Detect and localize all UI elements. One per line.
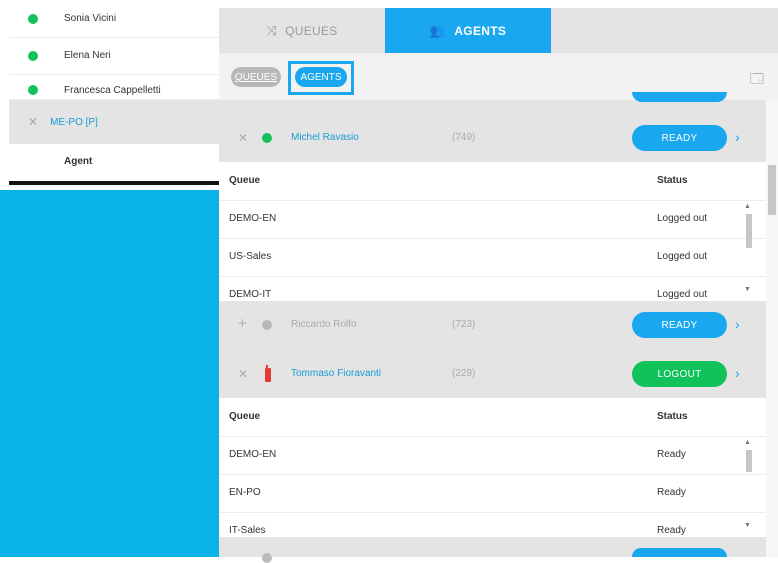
queue-cell: DEMO-IT <box>229 289 272 300</box>
status-cell: Ready <box>657 487 686 498</box>
table-header-row: Queue Status <box>219 162 766 201</box>
chevron-right-icon[interactable]: › <box>735 316 740 332</box>
queue-cell: US-Sales <box>229 251 272 262</box>
ready-button-partial[interactable] <box>632 92 727 102</box>
queue-cell: IT-Sales <box>229 525 266 536</box>
table-scrollbar[interactable] <box>746 214 752 248</box>
ready-button[interactable]: READY <box>632 312 727 338</box>
agent-column-header: Agent <box>9 144 219 178</box>
status-dot-icon <box>28 13 38 24</box>
status-dot-icon <box>28 50 38 61</box>
list-item[interactable]: Elena Neri <box>9 37 219 75</box>
top-strip <box>219 0 778 8</box>
agent-extension: (723) <box>452 319 476 330</box>
agent-name[interactable]: Michel Ravasio <box>291 132 359 143</box>
close-icon[interactable]: ✕ <box>28 115 38 129</box>
chevron-right-icon[interactable]: › <box>735 365 740 381</box>
agent-name[interactable]: Tommaso Fioravanti <box>291 368 381 379</box>
window-icon[interactable]: 🗔 <box>750 70 764 92</box>
ready-button[interactable]: READY <box>632 125 727 151</box>
scroll-up-icon[interactable]: ▲ <box>744 203 751 210</box>
table-header-row: Queue Status <box>219 398 766 437</box>
table-row: IT-Sales Ready <box>219 512 766 537</box>
main-scrollbar-thumb[interactable] <box>768 165 776 215</box>
collapse-icon[interactable]: ✕ <box>238 367 248 381</box>
tab-agents[interactable]: 👥 AGENTS <box>385 8 551 53</box>
logout-button[interactable]: LOGOUT <box>632 361 727 387</box>
table-row: DEMO-EN Ready <box>219 436 766 475</box>
collapse-icon[interactable]: ✕ <box>238 131 248 145</box>
list-item[interactable]: Francesca Cappelletti <box>9 74 219 100</box>
scroll-up-icon[interactable]: ▲ <box>744 439 751 446</box>
table-row: US-Sales Logged out <box>219 238 766 277</box>
status-dot-icon <box>28 85 38 95</box>
queue-cell: DEMO-EN <box>229 449 277 460</box>
agent-extension: (749) <box>452 132 476 143</box>
main-panel: ⤨ QUEUES 👥 AGENTS QUEUES AGENTS 🗔 ✕ Mich… <box>219 0 778 563</box>
expand-icon[interactable]: + <box>238 315 247 332</box>
tab-queues-label: QUEUES <box>285 23 338 38</box>
status-column-header: Status <box>657 411 688 422</box>
shuffle-icon: ⤨ <box>266 22 278 38</box>
left-blue-background <box>0 190 219 557</box>
status-cell: Ready <box>657 525 686 536</box>
queue-column-header: Queue <box>229 411 261 422</box>
tab-agents-label: AGENTS <box>454 23 507 38</box>
table-row: EN-PO Ready <box>219 474 766 513</box>
agent-name: Sonia Vicini <box>64 13 117 24</box>
agent-name: Francesca Cappelletti <box>64 85 161 96</box>
list-item[interactable]: Sonia Vicini <box>9 0 219 38</box>
divider <box>9 181 219 185</box>
status-cell: Ready <box>657 449 686 460</box>
status-dot-icon <box>262 133 272 143</box>
agent-list-popup: Sonia Vicini Elena Neri Francesca Cappel… <box>9 0 220 185</box>
selection-highlight <box>288 61 354 95</box>
ready-button-partial[interactable] <box>632 548 727 557</box>
tab-queues[interactable]: ⤨ QUEUES <box>219 8 385 53</box>
agent-name: Elena Neri <box>64 50 111 61</box>
status-dot-icon <box>262 553 272 563</box>
status-cell: Logged out <box>657 251 708 262</box>
scroll-down-icon[interactable]: ▼ <box>744 522 751 529</box>
tab-bar-fill <box>551 8 778 53</box>
filter-queues-button[interactable]: QUEUES <box>231 67 281 87</box>
agent-extension: (229) <box>452 368 476 379</box>
queue-column-header: Queue <box>229 175 261 186</box>
chevron-right-icon[interactable]: › <box>735 129 740 145</box>
status-dot-icon <box>262 320 272 330</box>
table-row: DEMO-IT Logged out <box>219 276 766 301</box>
group-row[interactable]: ✕ ME-PO [P] <box>9 100 219 144</box>
agent-name[interactable]: Riccardo Rolfo <box>291 319 357 330</box>
queue-cell: EN-PO <box>229 487 261 498</box>
agent-row[interactable]: ✕ Tommaso Fioravanti (229) LOGOUT › <box>219 350 766 398</box>
queue-table: Queue Status DEMO-EN Logged out US-Sales… <box>219 162 766 301</box>
table-row: DEMO-EN Logged out <box>219 200 766 239</box>
status-cell: Logged out <box>657 213 708 224</box>
users-icon: 👥 <box>429 22 447 38</box>
scroll-down-icon[interactable]: ▼ <box>744 286 751 293</box>
status-column-header: Status <box>657 175 688 186</box>
queue-table: Queue Status DEMO-EN Ready EN-PO Ready I… <box>219 398 766 537</box>
status-cell: Logged out <box>657 289 708 300</box>
table-scrollbar[interactable] <box>746 450 752 472</box>
phone-icon <box>265 365 271 382</box>
agent-row[interactable]: + Riccardo Rolfo (723) READY › <box>219 301 766 349</box>
agent-header-label: Agent <box>64 155 93 167</box>
agent-row[interactable]: ✕ Michel Ravasio (749) READY › <box>219 114 766 162</box>
group-label: ME-PO [P] <box>50 116 98 128</box>
queue-cell: DEMO-EN <box>229 213 277 224</box>
